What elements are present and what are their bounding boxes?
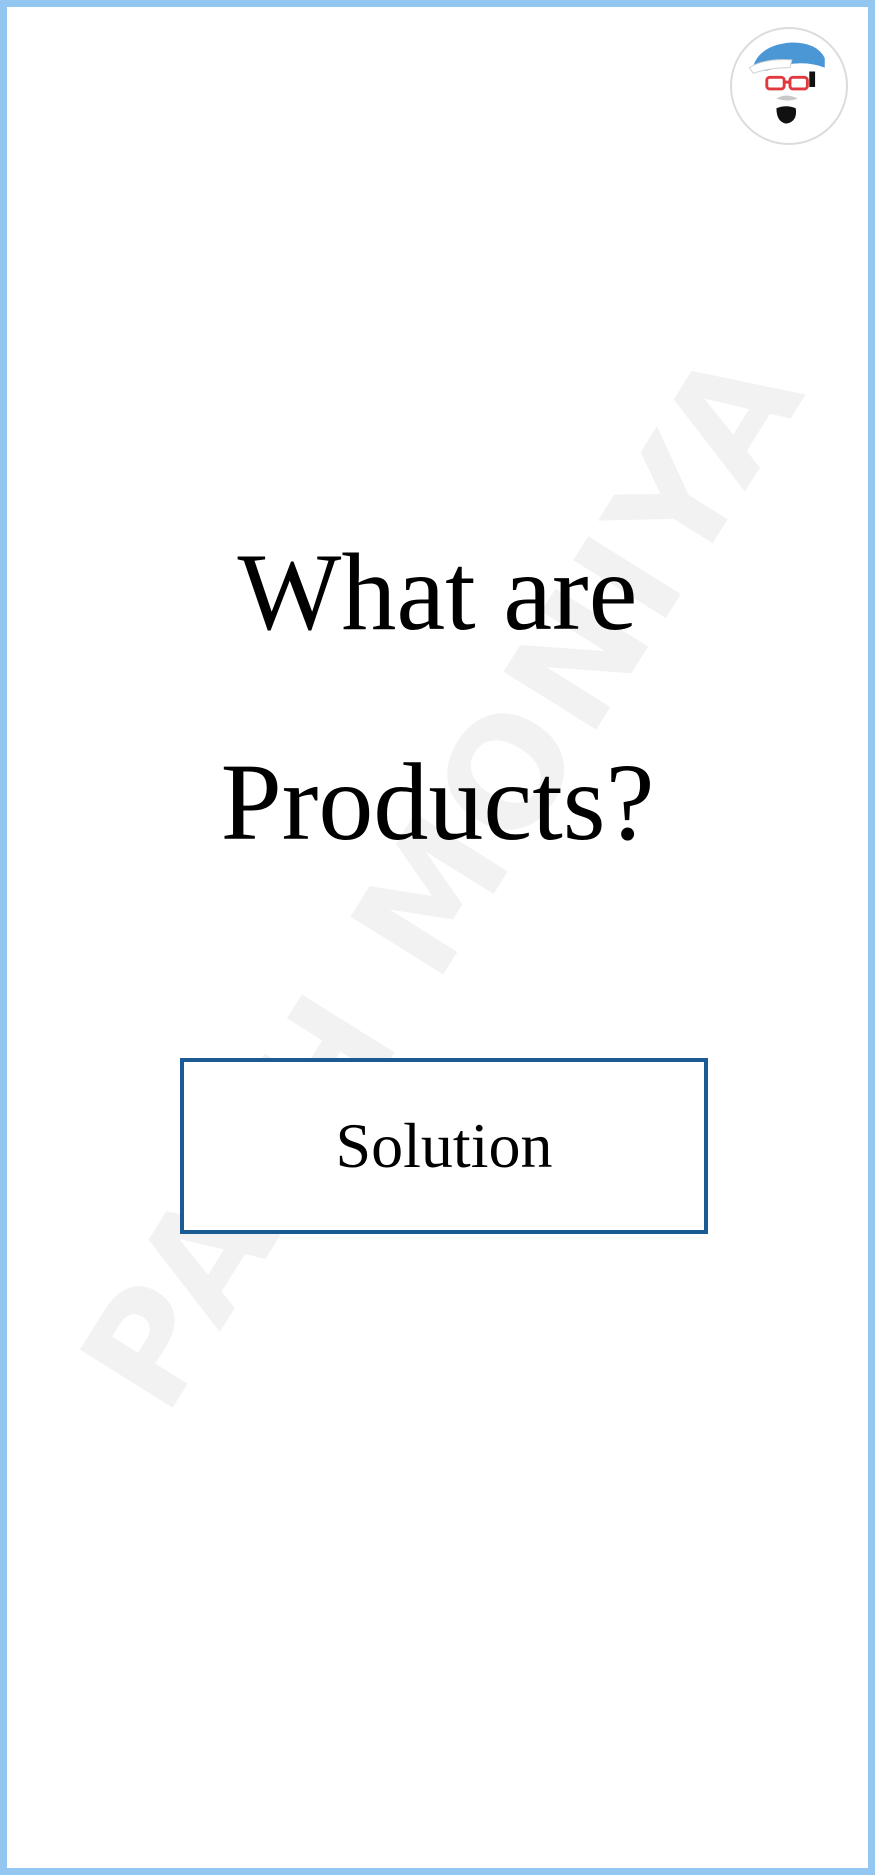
title-line-2: Products?	[220, 741, 655, 863]
cartoon-face-avatar-icon	[748, 42, 825, 124]
page-frame: PATH MONIYA What are Products? Solution	[0, 0, 875, 1875]
solution-button-label: Solution	[335, 1110, 553, 1181]
title-line-1: What are	[237, 531, 638, 653]
avatar-icon	[730, 27, 848, 145]
page-title: What are Products?	[7, 487, 868, 907]
solution-button[interactable]: Solution	[180, 1058, 708, 1234]
